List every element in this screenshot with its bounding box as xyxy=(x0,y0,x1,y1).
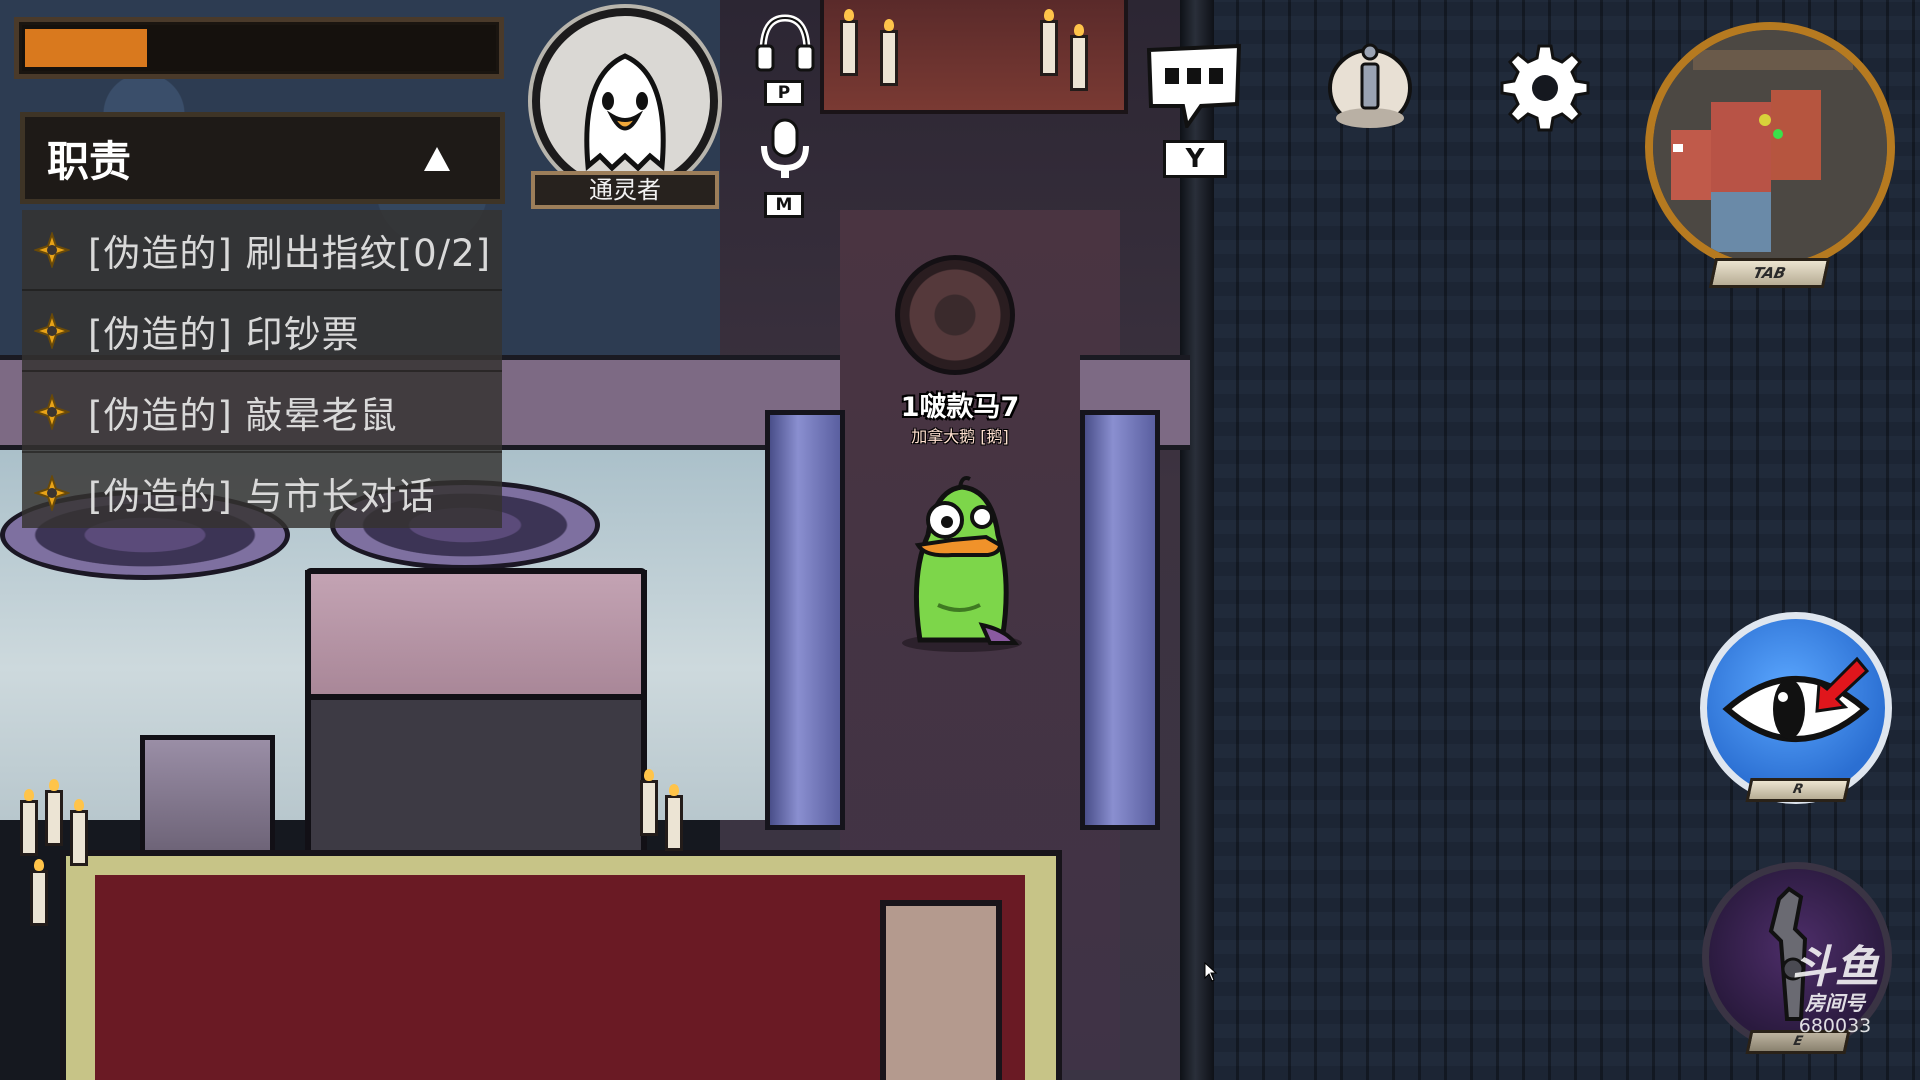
candle xyxy=(70,799,88,866)
player-goose-avatar xyxy=(902,476,1022,652)
candle xyxy=(1040,9,1058,76)
tasks-title: 职责 xyxy=(47,136,132,186)
game-viewport[interactable]: 1啵款马7 加拿大鹅 [鹅] 职责 [伪造的] 刷出指纹[0/2] [伪造的] … xyxy=(0,0,1920,1080)
task-item: [伪造的] 敲晕老鼠 xyxy=(22,372,502,453)
gear-icon[interactable] xyxy=(1500,42,1590,132)
minimap-map xyxy=(1653,30,1887,264)
player-name: 1啵款马7 xyxy=(900,392,1020,423)
round-hatch xyxy=(895,255,1015,375)
eye-icon xyxy=(1722,656,1870,742)
mouse-cursor-icon xyxy=(1204,962,1218,982)
crate xyxy=(140,735,275,855)
tasks-list: [伪造的] 刷出指纹[0/2] [伪造的] 印钞票 [伪造的] 敲晕老鼠 [伪造… xyxy=(22,210,502,528)
minimap-key: TAB xyxy=(1708,258,1831,288)
task-label: [伪造的] 与市长对话 xyxy=(88,474,436,518)
pillar xyxy=(765,410,845,830)
crosshair-target-icon xyxy=(34,474,70,511)
pillar xyxy=(1080,410,1160,830)
candle xyxy=(45,779,63,846)
eye-ability-button[interactable] xyxy=(1700,612,1892,804)
chat-key: Y xyxy=(1163,140,1227,178)
info-icon[interactable] xyxy=(1326,38,1414,130)
minimap[interactable] xyxy=(1645,22,1895,272)
watermark-logo: 斗鱼 xyxy=(1791,942,1879,993)
task-label: [伪造的] 刷出指纹[0/2] xyxy=(88,231,492,275)
task-progress-bar xyxy=(14,17,504,79)
player-role-tag: 加拿大鹅 [鹅] xyxy=(911,427,1009,446)
task-label: [伪造的] 印钞票 xyxy=(88,312,360,356)
coffin xyxy=(880,900,1002,1080)
task-label: [伪造的] 敲晕老鼠 xyxy=(88,393,398,437)
task-item: [伪造的] 印钞票 xyxy=(22,291,502,372)
watermark-room-number: 680033 xyxy=(1798,1015,1872,1037)
stream-watermark: 斗鱼 房间号 680033 xyxy=(1780,942,1890,1038)
role-portrait[interactable] xyxy=(532,8,718,194)
role-name: 通灵者 xyxy=(531,171,719,209)
chat-bubble-icon[interactable] xyxy=(1143,42,1245,128)
candle xyxy=(665,784,683,851)
crosshair-target-icon xyxy=(34,312,70,349)
candle xyxy=(20,789,38,856)
crosshair-target-icon xyxy=(34,231,70,268)
microphone-icon[interactable] xyxy=(758,116,812,182)
task-item: [伪造的] 与市长对话 xyxy=(22,453,502,532)
tasks-header[interactable]: 职责 xyxy=(20,112,505,204)
confessional-roof xyxy=(305,568,647,700)
watermark-room-label: 房间号 xyxy=(1805,991,1865,1015)
candle xyxy=(640,769,658,836)
microphone-key: M xyxy=(764,192,804,218)
candle xyxy=(1070,24,1088,91)
crosshair-target-icon xyxy=(34,393,70,430)
triangle-up-icon[interactable] xyxy=(424,147,450,171)
candle xyxy=(840,9,858,76)
task-progress-fill xyxy=(25,29,147,67)
headphones-key: P xyxy=(764,80,804,106)
headphones-icon[interactable] xyxy=(755,12,815,74)
ghost-goose-icon xyxy=(584,53,666,172)
candle xyxy=(30,859,48,926)
candle xyxy=(880,19,898,86)
task-item: [伪造的] 刷出指纹[0/2] xyxy=(22,210,502,291)
eye-ability-key: R xyxy=(1745,778,1851,802)
